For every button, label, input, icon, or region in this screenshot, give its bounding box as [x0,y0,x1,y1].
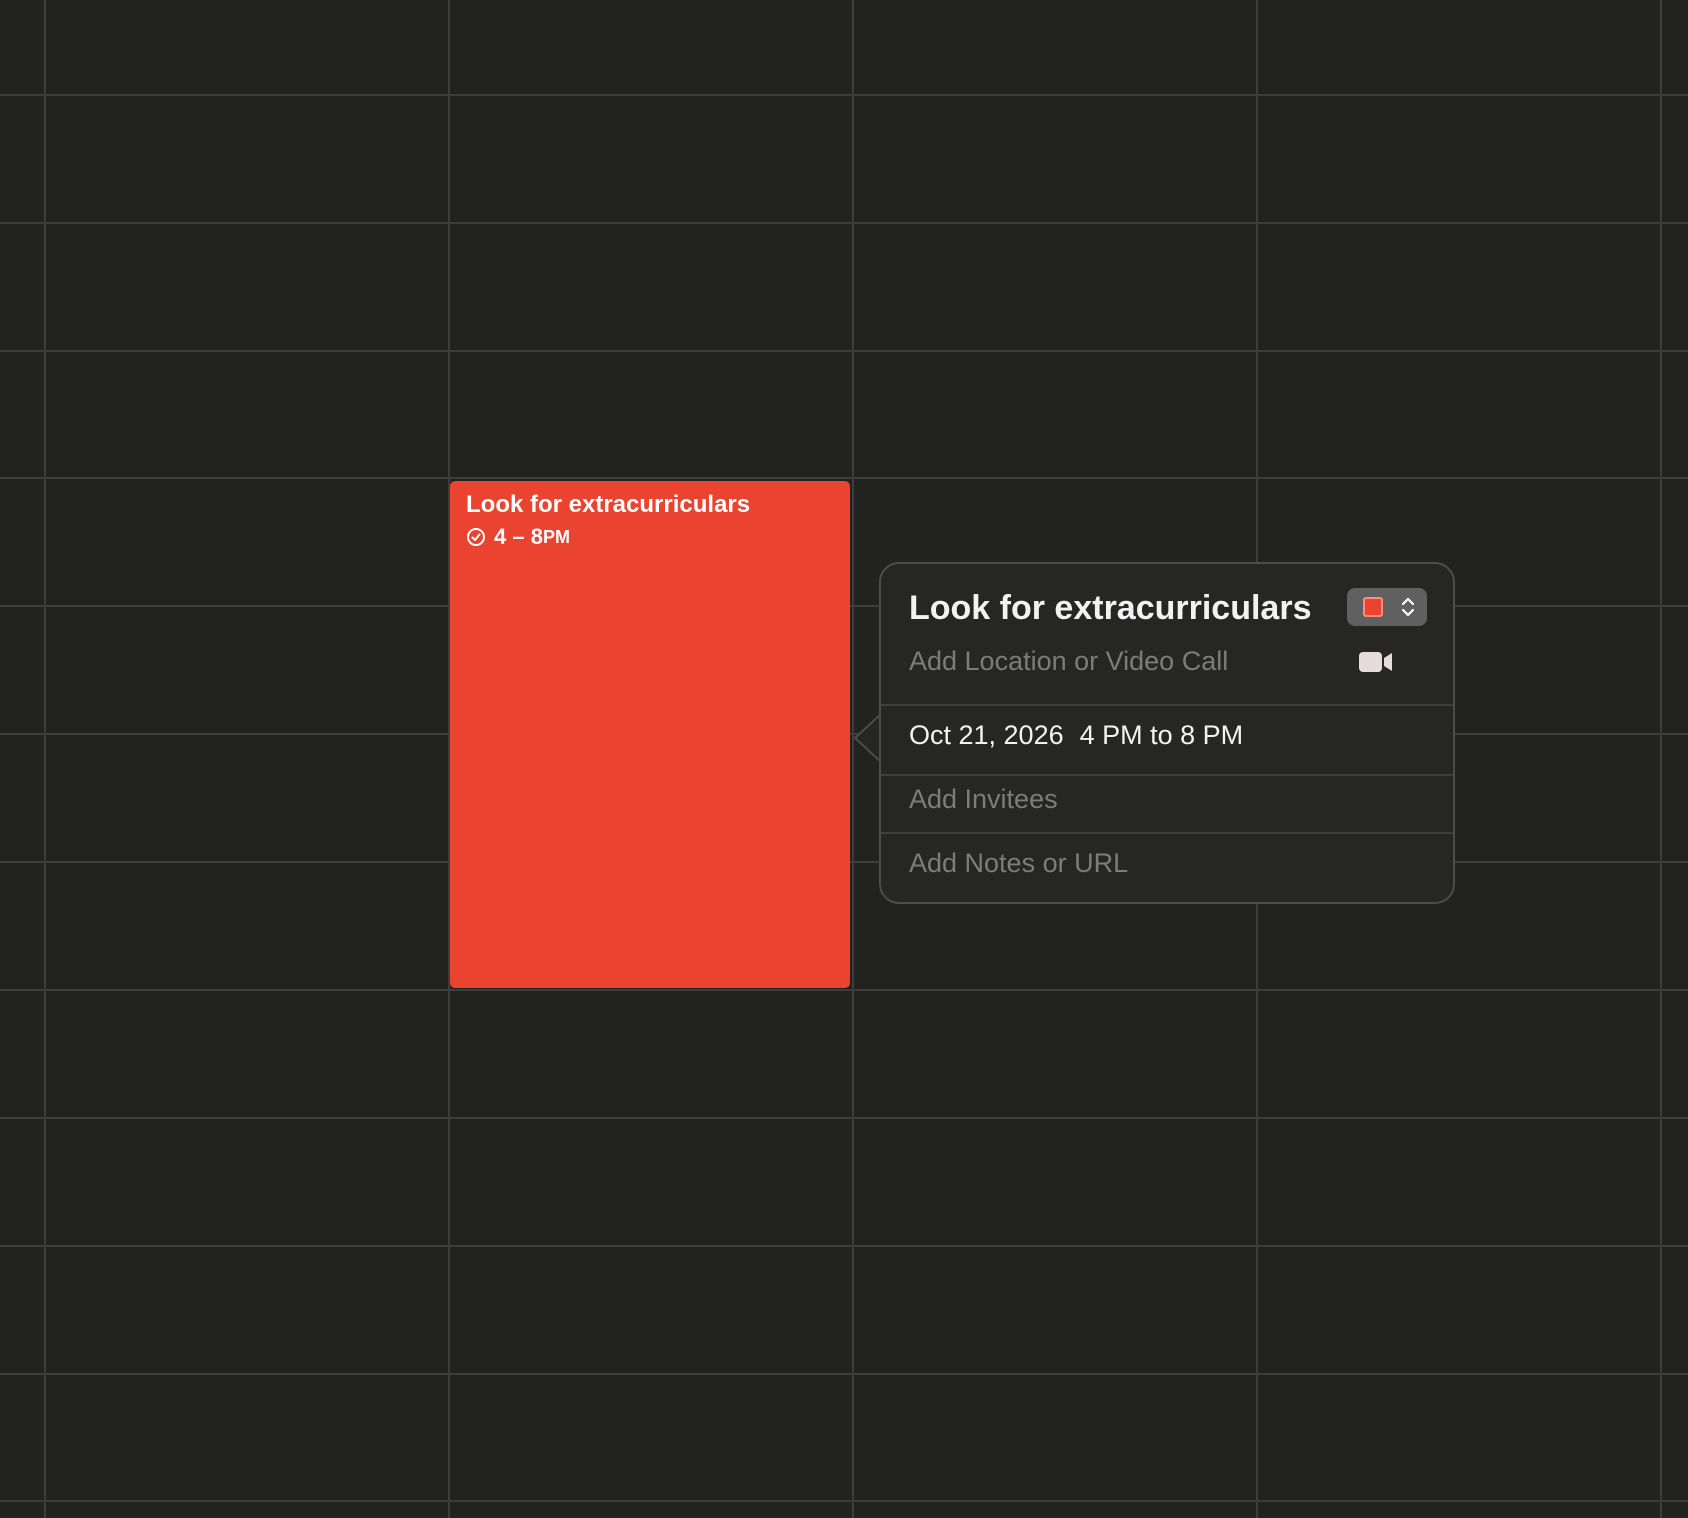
location-input[interactable]: Add Location or Video Call [909,644,1228,678]
grid-line [1660,0,1662,1518]
popover-arrow [853,713,881,763]
event-date[interactable]: Oct 21, 2026 [909,720,1064,750]
calendar-color-swatch [1363,597,1383,617]
calendar-event[interactable]: Look for extracurriculars 4 – 8 PM [450,481,850,988]
event-time-suffix: PM [542,527,570,547]
grid-line [44,0,46,1518]
grid-line [0,477,1688,479]
grid-line [0,350,1688,352]
event-time-span[interactable]: 4 PM to 8 PM [1080,720,1244,750]
event-time: 4 – 8 PM [466,522,834,552]
calendar-week-grid[interactable]: Look for extracurriculars 4 – 8 PM Look f… [0,0,1688,1518]
video-camera-icon[interactable] [1359,651,1393,673]
event-time-range: 4 – 8 [494,524,543,549]
divider [881,774,1453,776]
grid-line [0,1500,1688,1502]
divider [881,704,1453,706]
invitees-input[interactable]: Add Invitees [909,782,1058,816]
divider [881,832,1453,834]
event-details-popover[interactable]: Look for extracurriculars Add Location o… [879,562,1455,904]
event-title: Look for extracurriculars [466,491,751,518]
chevron-up-down-icon [1401,597,1415,617]
clock-icon [467,528,485,546]
grid-line [0,1117,1688,1119]
notes-input[interactable]: Add Notes or URL [909,846,1128,880]
grid-line [0,94,1688,96]
grid-line [0,1245,1688,1247]
event-title-field[interactable]: Look for extracurriculars [909,586,1311,630]
event-date-time[interactable]: Oct 21, 2026 4 PM to 8 PM [909,718,1243,752]
grid-line [0,1373,1688,1375]
grid-line [0,222,1688,224]
calendar-color-picker[interactable] [1347,588,1427,626]
grid-line [0,989,1688,991]
